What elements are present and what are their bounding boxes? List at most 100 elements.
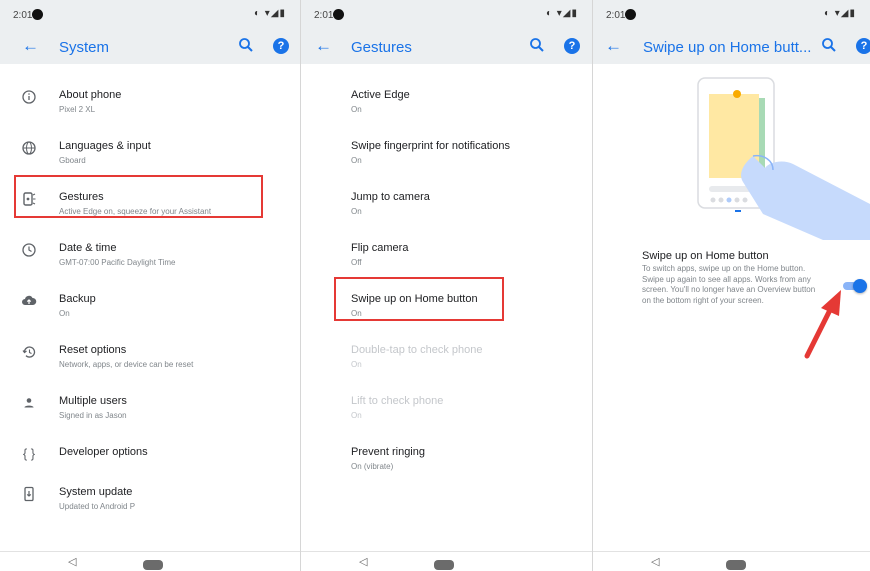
help-icon[interactable]: ? (273, 38, 289, 54)
list-item-swipe-fingerprint[interactable]: Swipe fingerprint for notifications On (301, 123, 592, 173)
item-subtitle: Gboard (59, 156, 86, 165)
item-title: Active Edge (351, 89, 410, 101)
nav-bar: ◁ (301, 551, 592, 571)
code-braces-icon: { } (22, 446, 36, 461)
list-item-prevent-ringing[interactable]: Prevent ringing On (vibrate) (301, 429, 592, 479)
item-subtitle: On (59, 309, 70, 318)
item-title: Prevent ringing (351, 446, 425, 458)
setting-title: Swipe up on Home button (642, 250, 769, 262)
item-subtitle: Pixel 2 XL (59, 105, 96, 114)
item-title: Multiple users (59, 395, 127, 407)
swipe-up-illustration (593, 64, 870, 240)
list-item-system-update[interactable]: System update Updated to Android P (0, 469, 300, 519)
nav-back-icon[interactable]: ◁ (359, 555, 367, 568)
camera-dot-icon (625, 9, 636, 20)
list-item-backup[interactable]: Backup On (0, 276, 300, 326)
list-item-about-phone[interactable]: About phone Pixel 2 XL (0, 72, 300, 122)
system-settings-screen: 2:01 ◐ ▾◢▮ ← System ? About phone Pixel … (0, 0, 300, 571)
back-arrow-icon[interactable]: ← (605, 36, 622, 56)
list-item-swipe-up-home[interactable]: Swipe up on Home button On (301, 276, 592, 326)
clock-icon (22, 243, 36, 257)
gestures-icon (23, 192, 36, 206)
status-time: 2:01 (314, 10, 334, 21)
nav-bar: ◁ (0, 551, 300, 571)
item-subtitle: On (351, 105, 362, 114)
app-bar: ← Swipe up on Home butt... ? (593, 30, 870, 64)
list-item-languages[interactable]: Languages & input Gboard (0, 123, 300, 173)
item-title: Lift to check phone (351, 395, 444, 407)
nav-back-icon[interactable]: ◁ (68, 555, 76, 568)
page-title: Swipe up on Home butt... (643, 39, 812, 56)
item-title: Flip camera (351, 242, 409, 254)
help-icon[interactable]: ? (564, 38, 580, 54)
globe-icon (22, 141, 36, 155)
item-title: Languages & input (59, 140, 151, 152)
nav-home-icon[interactable] (726, 560, 746, 570)
search-icon[interactable] (821, 37, 837, 53)
list-item-double-tap-check: Double-tap to check phone On (301, 327, 592, 377)
help-icon[interactable]: ? (856, 38, 870, 54)
list-item-flip-camera[interactable]: Flip camera Off (301, 225, 592, 275)
page-title: System (59, 39, 110, 56)
list-item-jump-to-camera[interactable]: Jump to camera On (301, 174, 592, 224)
list-item-reset-options[interactable]: Reset options Network, apps, or device c… (0, 327, 300, 377)
nav-home-icon[interactable] (143, 560, 163, 570)
item-title: System update (59, 486, 133, 498)
camera-dot-icon (333, 9, 344, 20)
item-title: Backup (59, 293, 96, 305)
nav-home-icon[interactable] (434, 560, 454, 570)
status-bar: 2:01 ◐ ▾◢▮ (301, 0, 592, 30)
restore-icon (22, 346, 36, 358)
nav-back-icon[interactable]: ◁ (651, 555, 659, 568)
item-subtitle: On (351, 309, 362, 318)
item-subtitle: On (351, 207, 362, 216)
search-icon[interactable] (238, 37, 254, 53)
item-title: About phone (59, 89, 122, 101)
search-icon[interactable] (529, 37, 545, 53)
status-icons: ◐ ▾◢▮ (545, 8, 578, 19)
list-item-gestures[interactable]: Gestures Active Edge on, squeeze for you… (0, 174, 300, 224)
gestures-screen: 2:01 ◐ ▾◢▮ ← Gestures ? Active Edge On S… (301, 0, 592, 571)
cloud-upload-icon (22, 295, 37, 305)
item-subtitle: On (351, 360, 362, 369)
list-item-date-time[interactable]: Date & time GMT-07:00 Pacific Daylight T… (0, 225, 300, 275)
item-subtitle: Off (351, 258, 362, 267)
list-item-lift-to-check: Lift to check phone On (301, 378, 592, 428)
app-bar: ← Gestures ? (301, 30, 592, 64)
item-subtitle: On (vibrate) (351, 462, 394, 471)
list-item-active-edge[interactable]: Active Edge On (301, 72, 592, 122)
item-subtitle: Network, apps, or device can be reset (59, 360, 194, 369)
item-subtitle: On (351, 156, 362, 165)
person-icon (24, 398, 34, 408)
back-arrow-icon[interactable]: ← (22, 36, 39, 56)
item-subtitle: On (351, 411, 362, 420)
app-bar: ← System ? (0, 30, 300, 64)
status-icons: ◐ ▾◢▮ (823, 8, 856, 19)
list-item-multiple-users[interactable]: Multiple users Signed in as Jason (0, 378, 300, 428)
nav-bar: ◁ (593, 551, 870, 571)
item-title: Swipe up on Home button (351, 293, 478, 305)
status-time: 2:01 (606, 10, 626, 21)
status-icons: ◐ ▾◢▮ (253, 8, 286, 19)
item-subtitle: Signed in as Jason (59, 411, 127, 420)
info-icon (22, 90, 36, 104)
item-title: Double-tap to check phone (351, 344, 483, 356)
item-title: Jump to camera (351, 191, 430, 203)
toggle-knob (853, 279, 867, 293)
item-subtitle: Active Edge on, squeeze for your Assista… (59, 207, 212, 216)
item-title: Swipe fingerprint for notifications (351, 140, 510, 152)
page-title: Gestures (351, 39, 412, 56)
camera-dot-icon (32, 9, 43, 20)
status-bar: 2:01 ◐ ▾◢▮ (0, 0, 300, 30)
item-subtitle: GMT-07:00 Pacific Daylight Time (59, 258, 176, 267)
red-pointer-arrow-icon (804, 290, 841, 359)
status-bar: 2:01 ◐ ▾◢▮ (593, 0, 870, 30)
item-subtitle: Updated to Android P (59, 502, 136, 511)
setting-description: To switch apps, swipe up on the Home but… (642, 264, 816, 305)
status-time: 2:01 (13, 10, 33, 21)
system-update-icon (24, 486, 34, 502)
back-arrow-icon[interactable]: ← (315, 36, 332, 56)
item-title: Date & time (59, 242, 117, 254)
item-title: Reset options (59, 344, 127, 356)
item-title: Gestures (59, 191, 104, 203)
